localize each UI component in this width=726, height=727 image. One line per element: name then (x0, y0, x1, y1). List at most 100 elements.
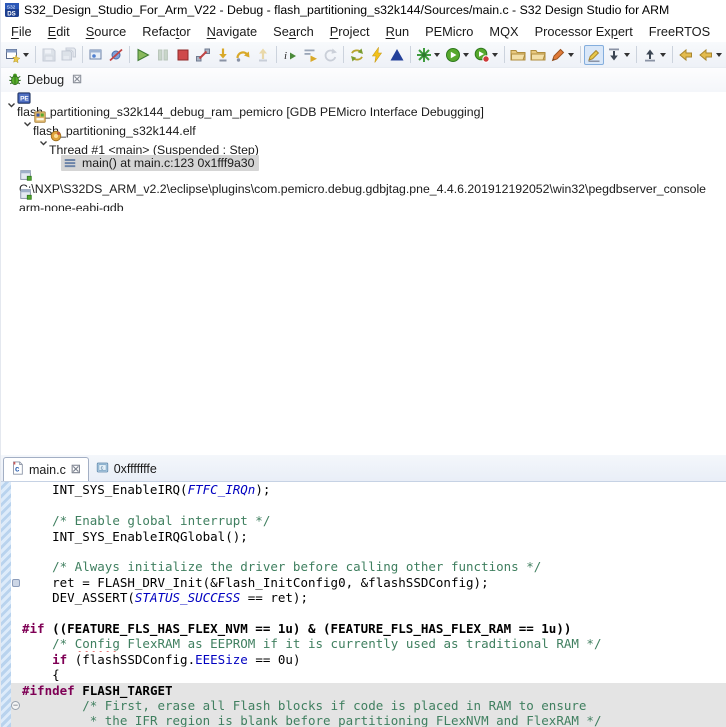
skip-breakpoints-icon (108, 47, 124, 63)
resume-button[interactable] (133, 45, 153, 65)
flash-programmer-button[interactable] (367, 45, 387, 65)
code-line[interactable]: INT_SYS_EnableIRQ(FTFC_IRQn); (11, 482, 726, 498)
code-line[interactable] (11, 544, 726, 560)
menu-freertos[interactable]: FreeRTOS (641, 22, 718, 41)
code-token: STATUS_SUCCESS (134, 590, 241, 606)
step-over-button[interactable] (233, 45, 253, 65)
code-token: (flashSSDConfig. (67, 651, 196, 667)
debug-view-empty-area (1, 210, 726, 456)
menu-source[interactable]: Source (78, 22, 135, 41)
menu-run[interactable]: Run (378, 22, 417, 41)
c-file-icon: c (11, 461, 24, 478)
code-line[interactable]: /* Always initialize the driver before c… (11, 559, 726, 575)
debug-settings-icon (416, 47, 432, 63)
multilink-icon (389, 47, 405, 63)
toolbar-separator (672, 46, 673, 63)
dropdown-arrow-icon[interactable] (492, 52, 498, 57)
tab-main-c[interactable]: c main.c ☒ (3, 457, 89, 482)
svg-text:c: c (100, 466, 103, 472)
code-line[interactable]: /* Enable global interrupt */ (11, 513, 726, 529)
menu-file[interactable]: File (3, 22, 40, 41)
close-icon[interactable]: ☒ (72, 75, 82, 86)
debug-view-label: Debug (27, 73, 65, 87)
elf-binary-icon (33, 110, 191, 124)
code-line[interactable]: if (flashSSDConfig.EEESize == 0u) (11, 651, 726, 668)
debug-button[interactable] (472, 45, 501, 65)
menu-edit[interactable]: Edit (40, 22, 78, 41)
code-line[interactable]: ret = FLASH_DRV_Init(&Flash_InitConfig0,… (11, 574, 726, 591)
code-line[interactable]: INT_SYS_EnableIRQGlobal(); (11, 528, 726, 545)
code-editor[interactable]: INT_SYS_EnableIRQ(FTFC_IRQn); /* Enable … (1, 482, 726, 727)
menu-refactor[interactable]: Refactor (134, 22, 198, 41)
menu-navigate[interactable]: Navigate (199, 22, 266, 41)
tree-expander-icon[interactable] (37, 139, 49, 147)
open-resource-button[interactable] (528, 45, 548, 65)
terminate-button[interactable] (173, 45, 193, 65)
dropdown-arrow-icon[interactable] (463, 52, 469, 57)
step-filters-icon (302, 47, 318, 63)
pemicro-multilink-button[interactable] (387, 45, 407, 65)
menu-pemicro[interactable]: PEMicro (417, 22, 481, 41)
close-icon[interactable]: ☒ (71, 463, 81, 476)
mark-occurrences-button[interactable] (584, 44, 604, 65)
code-line[interactable]: #ifndef FLASH_TARGET (11, 682, 726, 699)
refresh-icon (349, 47, 365, 63)
dropdown-arrow-icon[interactable] (660, 52, 666, 57)
editor-tab-bar: c main.c ☒ c 0xfffffffe (1, 455, 726, 483)
mark-occurrences-icon (586, 47, 602, 63)
debug-settings-button[interactable] (414, 45, 443, 65)
toolbar-separator (580, 46, 581, 63)
restart-button (320, 45, 340, 65)
dropdown-arrow-icon[interactable] (23, 52, 29, 57)
dropdown-arrow-icon[interactable] (568, 52, 574, 57)
menu-search[interactable]: Search (265, 22, 322, 41)
menu-mqx[interactable]: MQX (481, 22, 526, 41)
menu-processor-expert[interactable]: Processor Expert (527, 22, 641, 41)
toolbar-separator (410, 46, 411, 63)
back-button[interactable] (696, 45, 725, 65)
last-edit-location-button[interactable] (676, 45, 696, 65)
menu-project[interactable]: Project (322, 22, 378, 41)
step-into-button[interactable] (213, 45, 233, 65)
toolbar-separator (35, 46, 36, 63)
run-button[interactable] (443, 45, 472, 65)
tree-expander-icon[interactable] (21, 120, 33, 128)
skip-breakpoints-button[interactable] (106, 45, 126, 65)
disconnect-button[interactable] (193, 45, 213, 65)
code-token: FLASH_TARGET (74, 682, 173, 698)
dropdown-arrow-icon[interactable] (716, 52, 722, 57)
s32ds-logo-icon: S32 DS (5, 3, 19, 17)
external-tools-button[interactable] (548, 45, 577, 65)
menu-window[interactable]: Window (718, 22, 726, 41)
new-wizard-button[interactable] (3, 45, 32, 65)
code-line[interactable]: /* Config FlexRAM as EEPROM if it is cur… (11, 636, 726, 652)
open-folder-icon (530, 47, 546, 63)
code-token: if (52, 651, 68, 667)
debug-view-tab[interactable]: Debug ☒ (1, 68, 726, 92)
dropdown-arrow-icon[interactable] (624, 52, 630, 57)
tab-label: main.c (29, 462, 66, 477)
debug-tree-row[interactable]: Thread #1 <main> (Suspended : Step) (1, 131, 726, 157)
open-element-button[interactable] (508, 45, 528, 65)
code-area[interactable]: INT_SYS_EnableIRQ(FTFC_IRQn); /* Enable … (11, 482, 726, 727)
step-filters-button[interactable] (300, 45, 320, 65)
next-annotation-button[interactable] (604, 45, 633, 65)
code-line[interactable] (11, 497, 726, 514)
code-line[interactable] (11, 605, 726, 622)
breakpoints-button[interactable] (86, 45, 106, 65)
code-line[interactable]: #if ((FEATURE_FLS_HAS_FLEX_NVM == 1u) & … (11, 621, 726, 637)
tree-expander-icon[interactable] (5, 101, 17, 109)
code-token: INT_SYS_EnableIRQGlobal(); (22, 528, 248, 544)
code-line[interactable]: * the IFR region is blank before partiti… (11, 713, 726, 727)
dropdown-arrow-icon[interactable] (434, 52, 440, 57)
code-line[interactable]: − /* First, erase all Flash blocks if co… (11, 698, 726, 714)
tab-disassembly[interactable]: c 0xfffffffe (89, 457, 164, 481)
code-line[interactable]: DEV_ASSERT(STATUS_SUCCESS == ret); (11, 590, 726, 606)
fold-collapse-icon[interactable]: − (11, 701, 20, 711)
code-line[interactable]: { (11, 667, 726, 683)
step-return-icon (255, 47, 271, 63)
instruction-stepping-button[interactable]: i (280, 45, 300, 65)
prev-annotation-button[interactable] (640, 45, 669, 65)
refresh-button[interactable] (347, 45, 367, 65)
code-token: == 0u) (247, 651, 301, 667)
